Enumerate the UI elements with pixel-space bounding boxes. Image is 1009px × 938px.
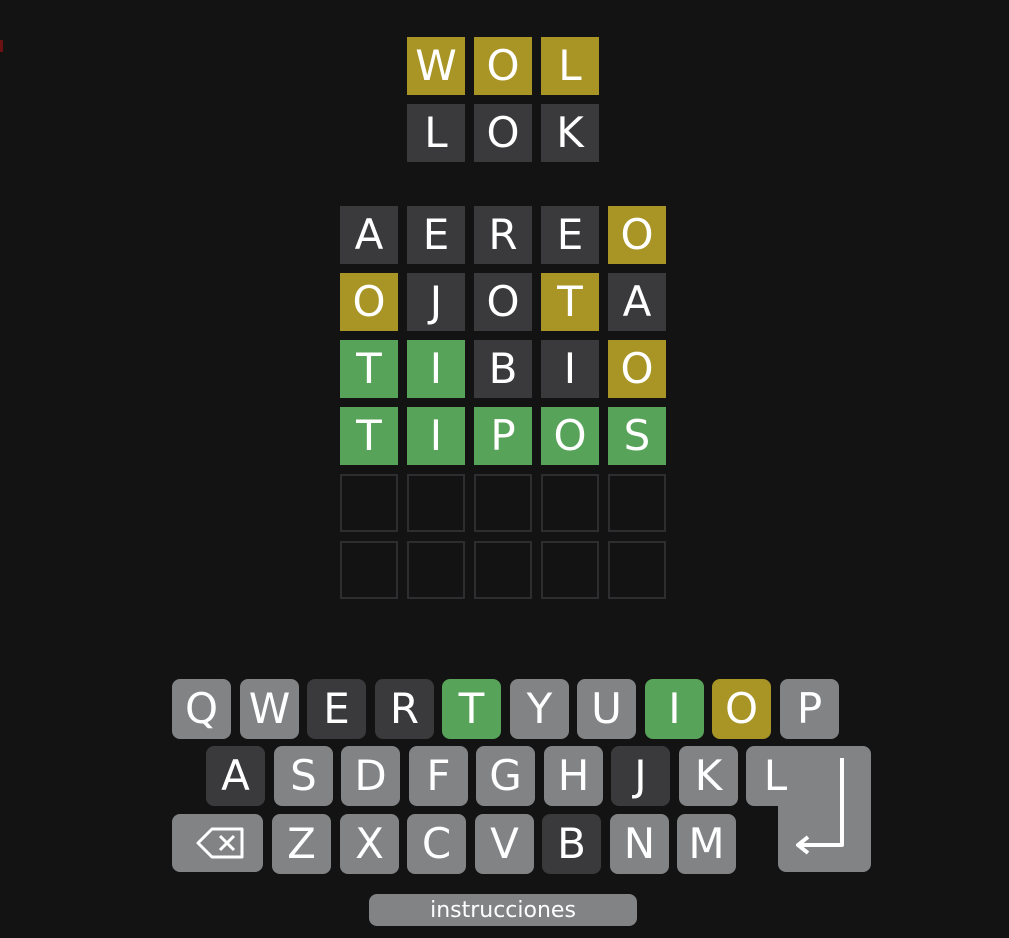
instructions-button[interactable]: instrucciones (369, 894, 637, 926)
empty-tile (340, 541, 398, 599)
key-l[interactable]: L (746, 746, 805, 806)
key-k[interactable]: K (679, 746, 738, 806)
letter-tile: O (608, 206, 666, 264)
letter-tile: O (474, 37, 532, 95)
letter-tile: R (474, 206, 532, 264)
letter-tile: O (474, 104, 532, 162)
letter-tile: O (608, 340, 666, 398)
letter-tile: T (340, 340, 398, 398)
empty-tile (474, 474, 532, 532)
key-e[interactable]: E (307, 679, 366, 739)
letter-tile: I (407, 407, 465, 465)
key-p[interactable]: P (780, 679, 839, 739)
key-x[interactable]: X (340, 814, 399, 874)
key-v[interactable]: V (475, 814, 534, 874)
letter-tile: P (474, 407, 532, 465)
key-c[interactable]: C (407, 814, 466, 874)
letter-tile: E (407, 206, 465, 264)
backspace-key[interactable] (172, 814, 263, 872)
letter-tile: T (541, 273, 599, 331)
key-f[interactable]: F (409, 746, 468, 806)
empty-tile (407, 541, 465, 599)
letter-tile: J (407, 273, 465, 331)
key-h[interactable]: H (544, 746, 603, 806)
key-a[interactable]: A (206, 746, 265, 806)
key-u[interactable]: U (577, 679, 636, 739)
key-n[interactable]: N (610, 814, 669, 874)
key-t[interactable]: T (442, 679, 501, 739)
empty-tile (407, 474, 465, 532)
empty-tile (340, 474, 398, 532)
letter-tile: B (474, 340, 532, 398)
letter-tile: I (407, 340, 465, 398)
letter-tile: O (541, 407, 599, 465)
game-screen: WOLLOK AEREOOJOTATIBIOTIPOS QWERTYUIOPAS… (0, 0, 1009, 938)
empty-tile (541, 541, 599, 599)
letter-tile: E (541, 206, 599, 264)
key-s[interactable]: S (274, 746, 333, 806)
key-y[interactable]: Y (510, 679, 569, 739)
letter-tile: T (340, 407, 398, 465)
key-o[interactable]: O (712, 679, 771, 739)
letter-tile: O (340, 273, 398, 331)
key-z[interactable]: Z (272, 814, 331, 874)
letter-tile: L (541, 37, 599, 95)
empty-tile (608, 541, 666, 599)
letter-tile: O (474, 273, 532, 331)
key-j[interactable]: J (611, 746, 670, 806)
key-d[interactable]: D (341, 746, 400, 806)
empty-tile (474, 541, 532, 599)
key-i[interactable]: I (645, 679, 704, 739)
letter-tile: W (407, 37, 465, 95)
letter-tile: S (608, 407, 666, 465)
key-w[interactable]: W (240, 679, 299, 739)
letter-tile: I (541, 340, 599, 398)
empty-tile (608, 474, 666, 532)
letter-tile: A (340, 206, 398, 264)
key-b[interactable]: B (542, 814, 601, 874)
key-m[interactable]: M (677, 814, 736, 874)
backspace-icon (196, 827, 244, 859)
letter-tile: L (407, 104, 465, 162)
empty-tile (541, 474, 599, 532)
letter-tile: A (608, 273, 666, 331)
letter-tile: K (541, 104, 599, 162)
key-r[interactable]: R (375, 679, 434, 739)
key-g[interactable]: G (476, 746, 535, 806)
edge-marker (0, 40, 3, 52)
key-q[interactable]: Q (172, 679, 231, 739)
